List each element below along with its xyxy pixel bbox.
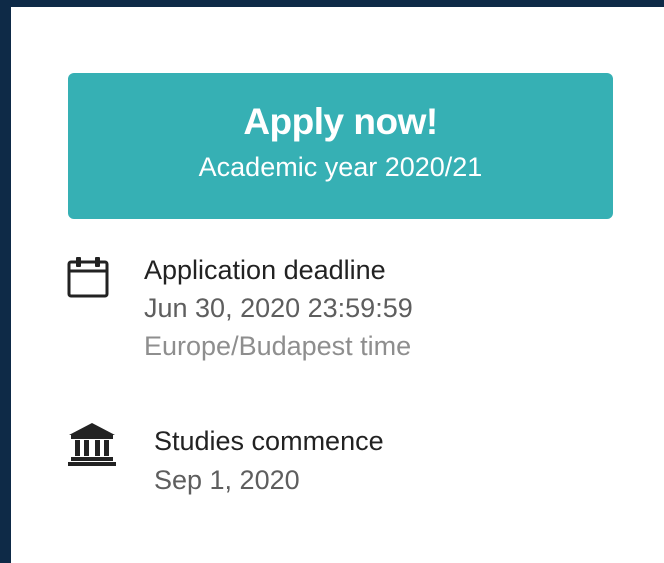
institution-icon: [67, 421, 117, 467]
calendar-icon: [67, 254, 113, 300]
apply-now-button[interactable]: Apply now! Academic year 2020/21: [68, 73, 613, 219]
commence-label: Studies commence: [154, 426, 384, 456]
commence-date: Sep 1, 2020: [154, 465, 300, 495]
apply-now-title: Apply now!: [243, 101, 438, 142]
academic-year-label: Academic year 2020/21: [198, 152, 483, 182]
deadline-timezone: Europe/Budapest time: [144, 331, 412, 361]
deadline-date: Jun 30, 2020 23:59:59: [144, 293, 413, 323]
application-info-card: Apply now! Academic year 2020/21 Applica…: [11, 7, 664, 563]
deadline-label: Application deadline: [144, 255, 386, 285]
